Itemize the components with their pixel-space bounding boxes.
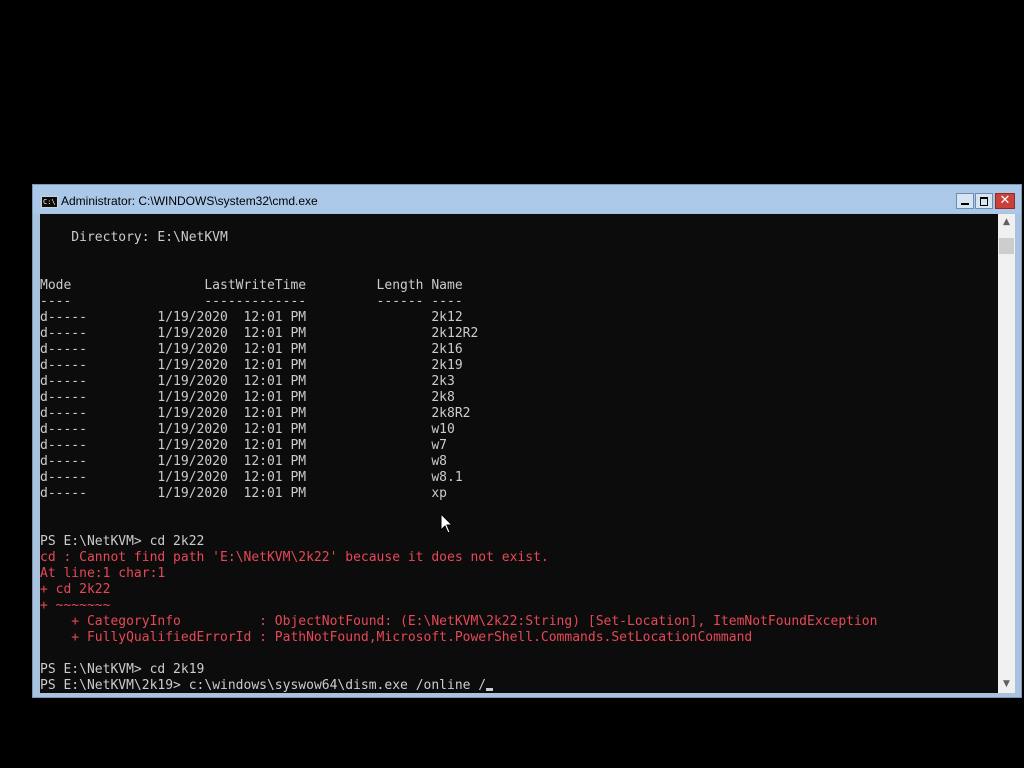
console-line: d----- 1/19/2020 12:01 PM 2k3: [40, 374, 455, 389]
text-cursor: [486, 688, 494, 691]
console-line: PS E:\NetKVM> cd 2k22: [40, 534, 205, 549]
maximize-icon: [980, 197, 988, 206]
console-line: Directory: E:\NetKVM: [40, 230, 228, 245]
console-line: d----- 1/19/2020 12:01 PM xp: [40, 486, 447, 501]
console-line: d----- 1/19/2020 12:01 PM 2k12R2: [40, 326, 479, 341]
close-icon: ✕: [999, 193, 1011, 208]
console-line: d----- 1/19/2020 12:01 PM w8.1: [40, 470, 463, 485]
console-lines: Directory: E:\NetKVM Mode LastWriteTime L…: [40, 230, 877, 693]
console-line: d----- 1/19/2020 12:01 PM 2k19: [40, 358, 463, 373]
console-error-line: + FullyQualifiedErrorId : PathNotFound,M…: [40, 630, 753, 645]
console-line: d----- 1/19/2020 12:01 PM 2k8: [40, 390, 455, 405]
scroll-down-arrow-icon[interactable]: ▼: [998, 676, 1015, 693]
console-line: d----- 1/19/2020 12:01 PM 2k12: [40, 310, 463, 325]
title-bar[interactable]: C:\ Administrator: C:\WINDOWS\system32\c…: [33, 185, 1021, 213]
scroll-thumb[interactable]: [999, 238, 1014, 254]
console-line: d----- 1/19/2020 12:01 PM 2k8R2: [40, 406, 471, 421]
console-output[interactable]: Directory: E:\NetKVM Mode LastWriteTime L…: [40, 214, 998, 693]
console-line: ---- ------------- ------ ----: [40, 294, 463, 309]
minimize-button[interactable]: [956, 193, 974, 209]
mouse-pointer-icon: [440, 513, 454, 534]
close-button[interactable]: ✕: [995, 193, 1015, 209]
console-line: d----- 1/19/2020 12:01 PM w8: [40, 454, 447, 469]
console-line: Mode LastWriteTime Length Name: [40, 278, 463, 293]
console-error-line: + CategoryInfo : ObjectNotFound: (E:\Net…: [40, 614, 878, 629]
console-line: PS E:\NetKVM> cd 2k19: [40, 662, 205, 677]
console-prompt: PS E:\NetKVM\2k19>: [40, 678, 189, 693]
window-title: Administrator: C:\WINDOWS\system32\cmd.e…: [61, 194, 318, 208]
maximize-button[interactable]: [975, 193, 993, 209]
console-error-line: cd : Cannot find path 'E:\NetKVM\2k22' b…: [40, 550, 549, 565]
scroll-up-arrow-icon[interactable]: ▲: [998, 214, 1015, 231]
console-error-line: + cd 2k22: [40, 582, 111, 597]
cmd-window[interactable]: C:\ Administrator: C:\WINDOWS\system32\c…: [32, 184, 1022, 698]
minimize-icon: [961, 203, 969, 205]
vertical-scrollbar[interactable]: ▲ ▼: [998, 214, 1015, 693]
console-line: d----- 1/19/2020 12:01 PM 2k16: [40, 342, 463, 357]
console-error-line: + ~~~~~~~: [40, 598, 111, 613]
console-line: d----- 1/19/2020 12:01 PM w7: [40, 438, 447, 453]
console-error-line: At line:1 char:1: [40, 566, 166, 581]
console-command-input[interactable]: c:\windows\syswow64\dism.exe /online /: [189, 678, 486, 693]
console-line: d----- 1/19/2020 12:01 PM w10: [40, 422, 455, 437]
console-input-line[interactable]: PS E:\NetKVM\2k19> c:\windows\syswow64\d…: [40, 678, 877, 693]
cmd-icon[interactable]: C:\: [41, 196, 58, 208]
